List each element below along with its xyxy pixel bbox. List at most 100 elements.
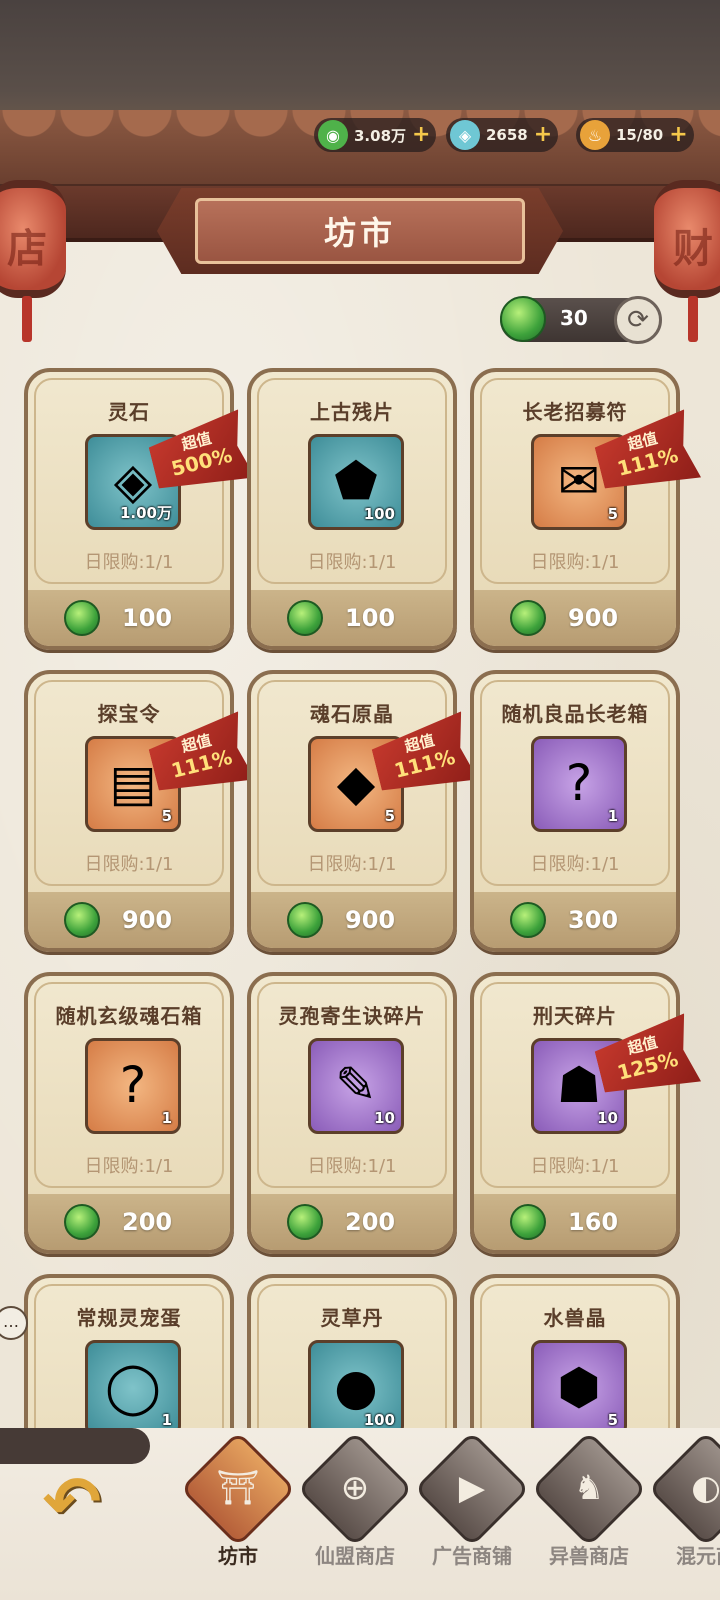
ancient-fragment-icon: ⬟ bbox=[334, 452, 378, 510]
hunyuan-shop-icon: ◐ bbox=[691, 1468, 720, 1508]
add-spirit-stone-icon[interactable]: + bbox=[534, 124, 552, 146]
lantern-right: 财 bbox=[654, 180, 720, 342]
item-icon-frame: ● 100 bbox=[308, 1340, 404, 1436]
currency-stamina[interactable]: ♨ 15/80 + bbox=[576, 118, 694, 152]
item-price: 160 bbox=[568, 1208, 619, 1236]
nav-tab[interactable]: ⛩ 坊市 bbox=[179, 1431, 297, 1600]
bottom-nav-strip bbox=[0, 1428, 150, 1464]
daily-limit: 日限购:1/1 bbox=[307, 552, 397, 573]
spirit-stone-icon: ◈ bbox=[450, 120, 480, 150]
daily-limit: 日限购:1/1 bbox=[84, 854, 174, 875]
item-name: 上古残片 bbox=[310, 400, 394, 424]
market-icon: ⛩ bbox=[216, 1468, 260, 1508]
price-button[interactable]: 200 bbox=[251, 1194, 453, 1250]
price-button[interactable]: 100 bbox=[251, 590, 453, 646]
nav-label: 广告商铺 bbox=[432, 1544, 512, 1568]
item-count: 5 bbox=[607, 1411, 618, 1429]
daily-limit: 日限购:1/1 bbox=[530, 854, 620, 875]
back-button[interactable]: ↶ bbox=[20, 1462, 124, 1544]
jade-icon bbox=[287, 902, 323, 938]
refresh-icon: ⟳ bbox=[627, 305, 649, 335]
item-name: 灵孢寄生诀碎片 bbox=[278, 1004, 426, 1028]
currency-stamina-value: 15/80 bbox=[616, 126, 664, 144]
jade-icon bbox=[64, 1204, 100, 1240]
price-button[interactable]: 900 bbox=[251, 892, 453, 948]
shop-item-card[interactable]: 长老招募符 ✉ 5 日限购:1/1 900 超值 111% bbox=[470, 368, 680, 650]
item-count: 5 bbox=[607, 505, 618, 523]
jade-icon bbox=[510, 600, 546, 636]
jade-icon bbox=[287, 600, 323, 636]
lantern-left-glyph: 店 bbox=[7, 226, 47, 272]
price-button[interactable]: 900 bbox=[28, 892, 230, 948]
nav-tab[interactable]: ◐ 混元商 bbox=[647, 1431, 720, 1600]
item-count: 1 bbox=[607, 807, 618, 825]
daily-limit: 日限购:1/1 bbox=[84, 1156, 174, 1177]
currency-spirit-stone[interactable]: ◈ 2658 + bbox=[446, 118, 559, 152]
daily-limit: 日限购:1/1 bbox=[307, 1156, 397, 1177]
currency-jade-value: 3.08万 bbox=[354, 126, 407, 145]
page-title: 坊市 bbox=[323, 214, 396, 252]
item-count: 1.00万 bbox=[119, 504, 172, 522]
nav-tab[interactable]: ▶ 广告商铺 bbox=[413, 1431, 531, 1600]
item-price: 900 bbox=[345, 906, 396, 934]
price-button[interactable]: 160 bbox=[474, 1194, 676, 1250]
item-name: 魂石原晶 bbox=[310, 702, 394, 726]
item-price: 900 bbox=[568, 604, 619, 632]
add-stamina-icon[interactable]: + bbox=[669, 124, 687, 146]
shop-item-card[interactable]: 随机良品长老箱 ? 1 日限购:1/1 300 bbox=[470, 670, 680, 952]
shop-item-card[interactable]: 灵孢寄生诀碎片 ✎ 10 日限购:1/1 200 bbox=[247, 972, 457, 1254]
ad-shop-icon: ▶ bbox=[458, 1468, 486, 1508]
item-count: 1 bbox=[161, 1411, 172, 1429]
currency-jade[interactable]: ◉ 3.08万 + bbox=[314, 118, 437, 152]
daily-limit: 日限购:1/1 bbox=[84, 552, 174, 573]
jade-icon bbox=[64, 600, 100, 636]
item-count: 5 bbox=[384, 807, 395, 825]
nav-tab[interactable]: ♞ 异兽商店 bbox=[530, 1431, 648, 1600]
price-button[interactable]: 100 bbox=[28, 590, 230, 646]
daily-limit: 日限购:1/1 bbox=[530, 1156, 620, 1177]
nav-label: 异兽商店 bbox=[549, 1544, 629, 1568]
nav-tab[interactable]: ⊕ 仙盟商店 bbox=[296, 1431, 414, 1600]
item-name: 水兽晶 bbox=[543, 1306, 607, 1330]
jade-icon bbox=[510, 1204, 546, 1240]
nav-label: 仙盟商店 bbox=[315, 1544, 395, 1568]
daily-limit: 日限购:1/1 bbox=[307, 854, 397, 875]
price-button[interactable]: 300 bbox=[474, 892, 676, 948]
shop-item-card[interactable]: 探宝令 ▤ 5 日限购:1/1 900 超值 111% bbox=[24, 670, 234, 952]
item-count: 10 bbox=[374, 1109, 395, 1127]
title-plaque: 坊市 bbox=[195, 198, 525, 264]
scroll-fragment-icon: ✎ bbox=[335, 1056, 377, 1114]
jade-icon bbox=[287, 1204, 323, 1240]
item-count: 100 bbox=[363, 505, 395, 523]
lantern-right-glyph: 财 bbox=[673, 226, 713, 272]
item-name: 刑天碎片 bbox=[533, 1004, 617, 1028]
item-name: 随机玄级魂石箱 bbox=[55, 1004, 203, 1028]
daily-limit: 日限购:1/1 bbox=[530, 552, 620, 573]
price-button[interactable]: 900 bbox=[474, 590, 676, 646]
item-icon-frame: ✎ 10 bbox=[308, 1038, 404, 1134]
add-jade-icon[interactable]: + bbox=[412, 124, 430, 146]
herb-pill-icon: ● bbox=[334, 1358, 378, 1416]
shop-item-card[interactable]: 随机玄级魂石箱 ? 1 日限购:1/1 200 bbox=[24, 972, 234, 1254]
shop-item-card[interactable]: 上古残片 ⬟ 100 日限购:1/1 100 bbox=[247, 368, 457, 650]
lantern-left: 店 bbox=[0, 180, 66, 342]
item-name: 常规灵宠蛋 bbox=[76, 1306, 182, 1330]
item-name: 探宝令 bbox=[97, 702, 161, 726]
currency-spirit-stone-value: 2658 bbox=[486, 126, 528, 144]
jade-icon bbox=[510, 902, 546, 938]
item-count: 5 bbox=[161, 807, 172, 825]
shop-item-card[interactable]: 灵石 ◈ 1.00万 日限购:1/1 100 超值 500% bbox=[24, 368, 234, 650]
item-count: 1 bbox=[161, 1109, 172, 1127]
nav-label: 混元商 bbox=[676, 1544, 720, 1568]
chat-icon: … bbox=[3, 1312, 19, 1331]
price-button[interactable]: 200 bbox=[28, 1194, 230, 1250]
shop-item-card[interactable]: 刑天碎片 ☗ 10 日限购:1/1 160 超值 125% bbox=[470, 972, 680, 1254]
item-name: 长老招募符 bbox=[522, 400, 628, 424]
back-arrow-icon: ↶ bbox=[42, 1461, 102, 1543]
jade-icon: ◉ bbox=[318, 120, 348, 150]
item-icon-frame: ◯ 1 bbox=[85, 1340, 181, 1436]
mystery-chest-icon: ? bbox=[565, 754, 593, 812]
shop-item-card[interactable]: 魂石原晶 ◆ 5 日限购:1/1 900 超值 111% bbox=[247, 670, 457, 952]
refresh-button[interactable]: ⟳ bbox=[614, 296, 662, 344]
item-count: 10 bbox=[597, 1109, 618, 1127]
